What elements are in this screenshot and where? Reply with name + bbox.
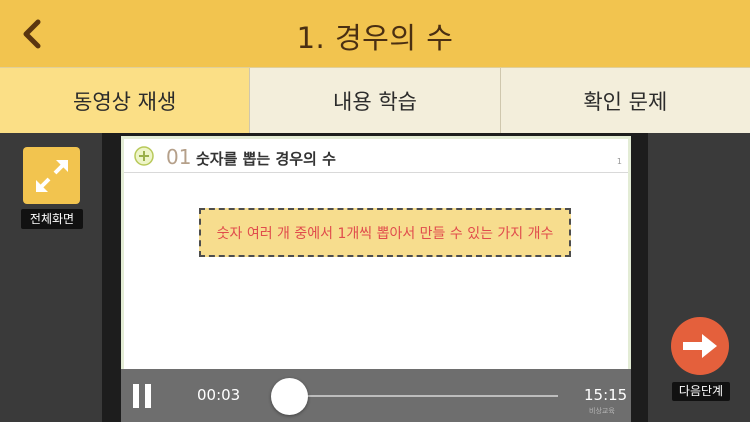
total-time: 15:15 bbox=[584, 386, 628, 404]
tab-bar: 동영상 재생 내용 학습 확인 문제 bbox=[0, 67, 750, 133]
current-time: 00:03 bbox=[197, 386, 241, 404]
player-controls: 00:03 15:15 비상교육 bbox=[121, 369, 631, 422]
top-bar: 1. 경우의 수 bbox=[0, 0, 750, 67]
plus-circle-icon bbox=[134, 146, 154, 166]
fullscreen-label: 전체화면 bbox=[21, 209, 83, 229]
concept-box: 숫자 여러 개 중에서 1개씩 뽑아서 만들 수 있는 가지 개수 bbox=[199, 208, 571, 257]
slide-number: 01 bbox=[166, 145, 192, 169]
slide-page-number: 1 bbox=[616, 157, 622, 166]
next-step-label: 다음단계 bbox=[672, 382, 730, 401]
seek-track[interactable] bbox=[276, 395, 558, 397]
next-step-button[interactable] bbox=[671, 317, 729, 375]
expand-arrows-icon bbox=[35, 159, 68, 192]
pause-icon bbox=[133, 384, 139, 408]
tab-content-study[interactable]: 내용 학습 bbox=[250, 68, 501, 133]
arrow-right-icon bbox=[683, 334, 717, 358]
watermark: 비상교육 bbox=[589, 407, 615, 415]
pause-button[interactable] bbox=[132, 384, 152, 408]
seek-knob[interactable] bbox=[270, 378, 308, 415]
lecture-slide: 01 숫자를 뽑는 경우의 수 1 숫자 여러 개 중에서 1개씩 뽑아서 만들… bbox=[121, 136, 631, 369]
page-title: 1. 경우의 수 bbox=[296, 21, 454, 55]
tab-quiz[interactable]: 확인 문제 bbox=[500, 68, 750, 133]
fullscreen-button[interactable] bbox=[23, 147, 80, 204]
slide-header: 01 숫자를 뽑는 경우의 수 1 bbox=[124, 139, 628, 173]
concept-text: 숫자 여러 개 중에서 1개씩 뽑아서 만들 수 있는 가지 개수 bbox=[216, 225, 554, 242]
tab-video-play[interactable]: 동영상 재생 bbox=[0, 68, 251, 133]
slide-title: 숫자를 뽑는 경우의 수 bbox=[196, 150, 336, 168]
